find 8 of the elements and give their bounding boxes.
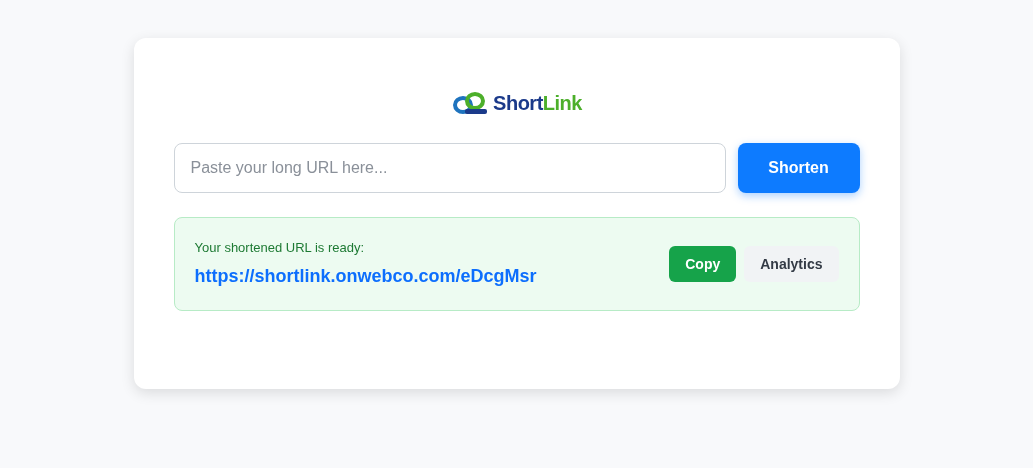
url-input-field[interactable]: Paste your long URL here... (173, 143, 726, 193)
logo-text: ShortLink (493, 91, 582, 116)
analytics-button[interactable]: Analytics (744, 246, 839, 282)
chain-link-icon (451, 90, 490, 116)
shorten-button[interactable]: Shorten (737, 143, 860, 193)
result-label: Your shortened URL is ready: (194, 239, 366, 258)
short-url-link[interactable]: https://shortlink.onwebco.com/eDcgMsr (194, 262, 537, 290)
copy-button[interactable]: Copy (669, 246, 737, 282)
